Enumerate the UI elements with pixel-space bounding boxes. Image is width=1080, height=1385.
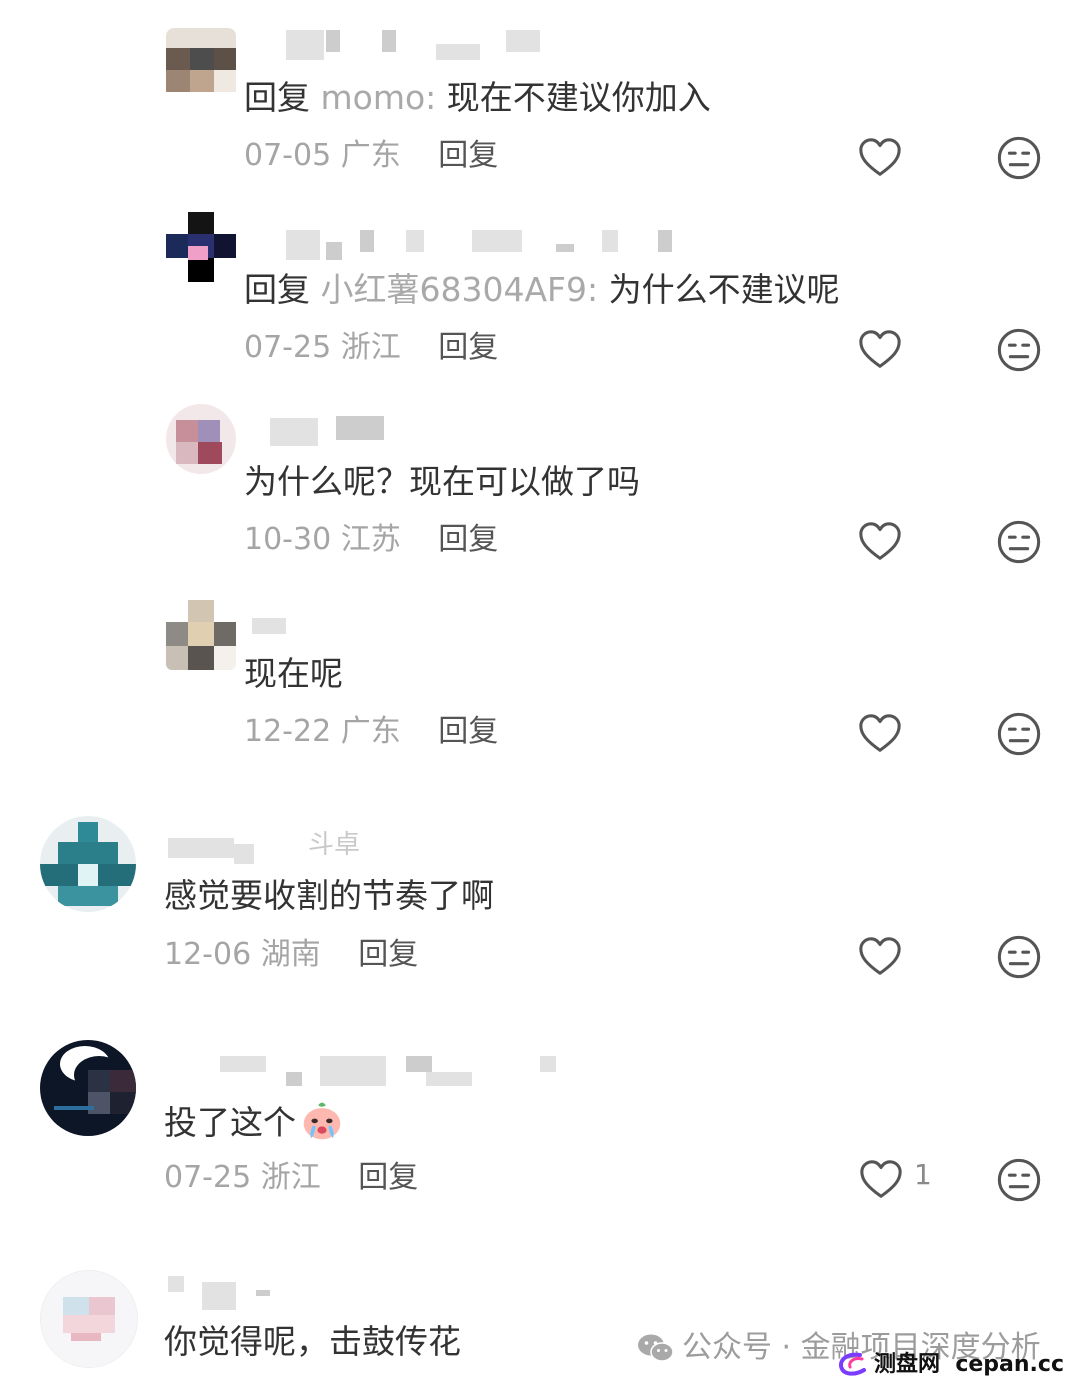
comment-text: 为什么呢？现在可以做了吗 bbox=[244, 462, 640, 502]
heart-outline-icon[interactable] bbox=[857, 135, 903, 181]
neutral-face-icon[interactable] bbox=[996, 327, 1042, 373]
comment-date: 12-22 bbox=[244, 714, 332, 749]
comment-location: 浙江 bbox=[260, 1160, 321, 1195]
neutral-face-icon[interactable] bbox=[996, 934, 1042, 980]
comment-location: 江苏 bbox=[340, 522, 401, 557]
reply-button[interactable]: 回复 bbox=[438, 522, 498, 557]
comment-location: 广东 bbox=[340, 714, 401, 749]
comment-meta: 12-22 广东 回复 bbox=[244, 714, 498, 750]
reply-button[interactable]: 回复 bbox=[358, 937, 418, 972]
reply-target-name[interactable]: 小红薯68304AF9: bbox=[321, 270, 599, 309]
comment-meta: 07-25 浙江 回复 bbox=[244, 330, 498, 366]
comment-body: 投了这个 bbox=[164, 1103, 296, 1142]
comment-date: 07-25 bbox=[244, 330, 332, 365]
author-name[interactable] bbox=[270, 416, 400, 446]
heart-outline-icon[interactable] bbox=[857, 327, 903, 373]
author-name[interactable] bbox=[252, 618, 312, 644]
comment-body: 现在呢 bbox=[244, 654, 343, 693]
site-domain: cepan.cc bbox=[955, 1352, 1065, 1377]
comment-date: 07-25 bbox=[164, 1160, 252, 1195]
heart-outline-icon[interactable] bbox=[857, 519, 903, 565]
comment-body: 为什么不建议呢 bbox=[608, 270, 840, 309]
comment-text: 你觉得呢，击鼓传花 bbox=[164, 1322, 461, 1362]
like-count: 1 bbox=[914, 1158, 932, 1191]
reply-prefix: 回复 bbox=[244, 78, 310, 117]
reply-button[interactable]: 回复 bbox=[438, 138, 498, 173]
comment-date: 12-06 bbox=[164, 937, 252, 972]
author-name[interactable] bbox=[286, 230, 686, 260]
comment-location: 湖南 bbox=[260, 937, 321, 972]
site-logo-icon bbox=[839, 1352, 866, 1376]
site-badge: 测盘网 cepan.cc bbox=[836, 1346, 1064, 1378]
site-name: 测盘网 bbox=[874, 1352, 941, 1377]
avatar[interactable] bbox=[166, 28, 236, 98]
wechat-icon bbox=[638, 1334, 674, 1362]
comment-body: 你觉得呢，击鼓传花 bbox=[164, 1322, 461, 1361]
neutral-face-icon[interactable] bbox=[996, 519, 1042, 565]
author-name[interactable] bbox=[220, 1056, 560, 1086]
comment-location: 广东 bbox=[340, 138, 401, 173]
author-name-suffix: 斗卓 bbox=[308, 830, 361, 860]
comment-date: 10-30 bbox=[244, 522, 332, 557]
avatar[interactable] bbox=[166, 600, 236, 670]
comment-text: 回复 小红薯68304AF9: 为什么不建议呢 bbox=[244, 270, 840, 310]
crying-peach-emoji bbox=[303, 1102, 341, 1140]
reply-button[interactable]: 回复 bbox=[358, 1160, 418, 1195]
neutral-face-icon[interactable] bbox=[996, 711, 1042, 757]
comment-meta: 07-05 广东 回复 bbox=[244, 138, 498, 174]
comment-text: 投了这个 bbox=[164, 1098, 344, 1143]
comment-meta: 12-06 湖南 回复 bbox=[164, 937, 418, 973]
heart-outline-icon[interactable] bbox=[858, 1157, 904, 1203]
comment-body: 为什么呢？现在可以做了吗 bbox=[244, 462, 640, 501]
comment-body: 感觉要收割的节奏了啊 bbox=[164, 876, 494, 915]
comment-meta: 10-30 江苏 回复 bbox=[244, 522, 498, 558]
avatar[interactable] bbox=[166, 404, 236, 474]
avatar[interactable] bbox=[166, 212, 236, 282]
comment-body: 现在不建议你加入 bbox=[446, 78, 711, 117]
neutral-face-icon[interactable] bbox=[996, 1157, 1042, 1203]
author-name[interactable] bbox=[168, 1276, 278, 1310]
comment-text: 感觉要收割的节奏了啊 bbox=[164, 876, 494, 916]
reply-button[interactable]: 回复 bbox=[438, 330, 498, 365]
reply-prefix: 回复 bbox=[244, 270, 310, 309]
avatar[interactable] bbox=[40, 816, 136, 912]
comment-meta: 07-25 浙江 回复 bbox=[164, 1160, 418, 1196]
author-name[interactable] bbox=[286, 30, 546, 60]
comment-date: 07-05 bbox=[244, 138, 332, 173]
avatar[interactable] bbox=[40, 1270, 138, 1368]
neutral-face-icon[interactable] bbox=[996, 135, 1042, 181]
heart-outline-icon[interactable] bbox=[857, 711, 903, 757]
comment-location: 浙江 bbox=[340, 330, 401, 365]
comment-text: 现在呢 bbox=[244, 654, 343, 694]
heart-outline-icon[interactable] bbox=[857, 934, 903, 980]
comment-text: 回复 momo: 现在不建议你加入 bbox=[244, 78, 711, 118]
avatar[interactable] bbox=[40, 1040, 136, 1136]
author-name[interactable]: 斗卓 bbox=[168, 830, 378, 864]
reply-target-name[interactable]: momo: bbox=[321, 78, 437, 117]
reply-button[interactable]: 回复 bbox=[438, 714, 498, 749]
